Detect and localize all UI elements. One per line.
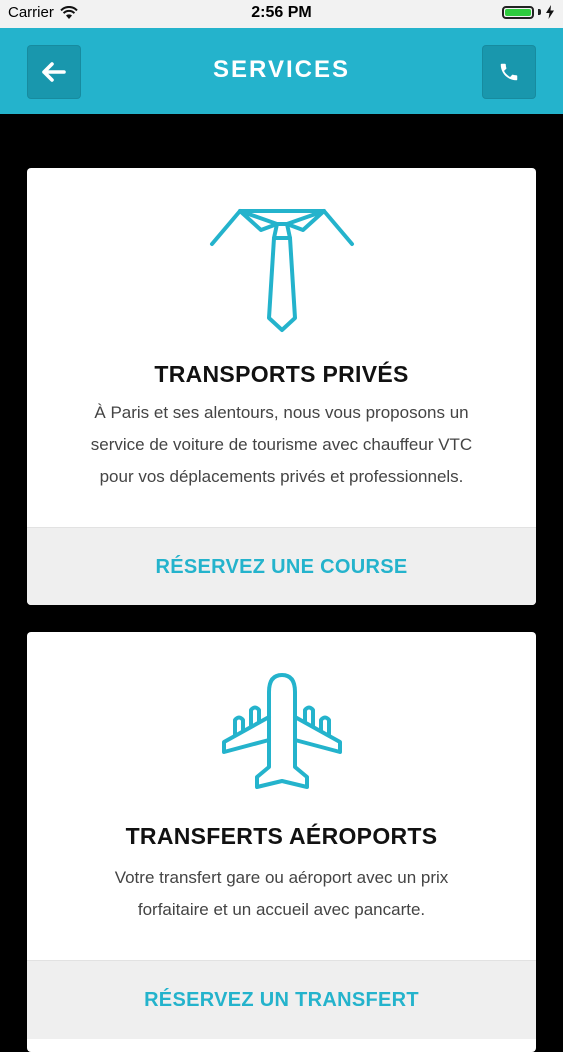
call-button[interactable]	[482, 45, 536, 99]
charging-icon	[546, 5, 554, 19]
service-description: Votre transfert gare ou aéroport avec un…	[63, 862, 500, 926]
service-icon-wrap	[27, 672, 536, 797]
nav-bar: SERVICES	[0, 28, 563, 114]
description-line: pour vos déplacements privés et professi…	[99, 467, 464, 486]
service-description: À Paris et ses alentours, nous vous prop…	[63, 397, 500, 493]
status-time: 2:56 PM	[251, 4, 312, 21]
airplane-icon	[221, 673, 342, 789]
battery-icon	[502, 5, 534, 19]
service-card-transports-prives: TRANSPORTS PRIVÉS À Paris et ses alentou…	[27, 168, 536, 605]
description-line: Votre transfert gare ou aéroport avec un…	[114, 868, 449, 887]
phone-icon	[500, 63, 518, 81]
reserve-course-button[interactable]: RÉSERVEZ UNE COURSE	[27, 527, 536, 605]
service-icon-wrap	[27, 206, 536, 336]
battery-nub	[538, 9, 541, 15]
description-line: À Paris et ses alentours, nous vous prop…	[94, 403, 469, 422]
service-card-transferts-aeroports: TRANSFERTS AÉROPORTS Votre transfert gar…	[27, 632, 536, 1052]
necktie-icon	[209, 209, 354, 332]
battery-level	[505, 8, 531, 16]
status-bar: Carrier 2:56 PM	[0, 0, 563, 28]
service-title: TRANSPORTS PRIVÉS	[154, 361, 409, 387]
status-right	[502, 5, 555, 19]
reserve-course-label: RÉSERVEZ UNE COURSE	[155, 555, 408, 578]
description-line: service de voiture de tourisme avec chau…	[90, 435, 473, 454]
service-title: TRANSFERTS AÉROPORTS	[125, 823, 438, 849]
description-line: forfaitaire et un accueil avec pancarte.	[137, 900, 426, 919]
page-title: SERVICES	[213, 56, 350, 83]
reserve-transfer-label: RÉSERVEZ UN TRANSFERT	[144, 988, 419, 1011]
